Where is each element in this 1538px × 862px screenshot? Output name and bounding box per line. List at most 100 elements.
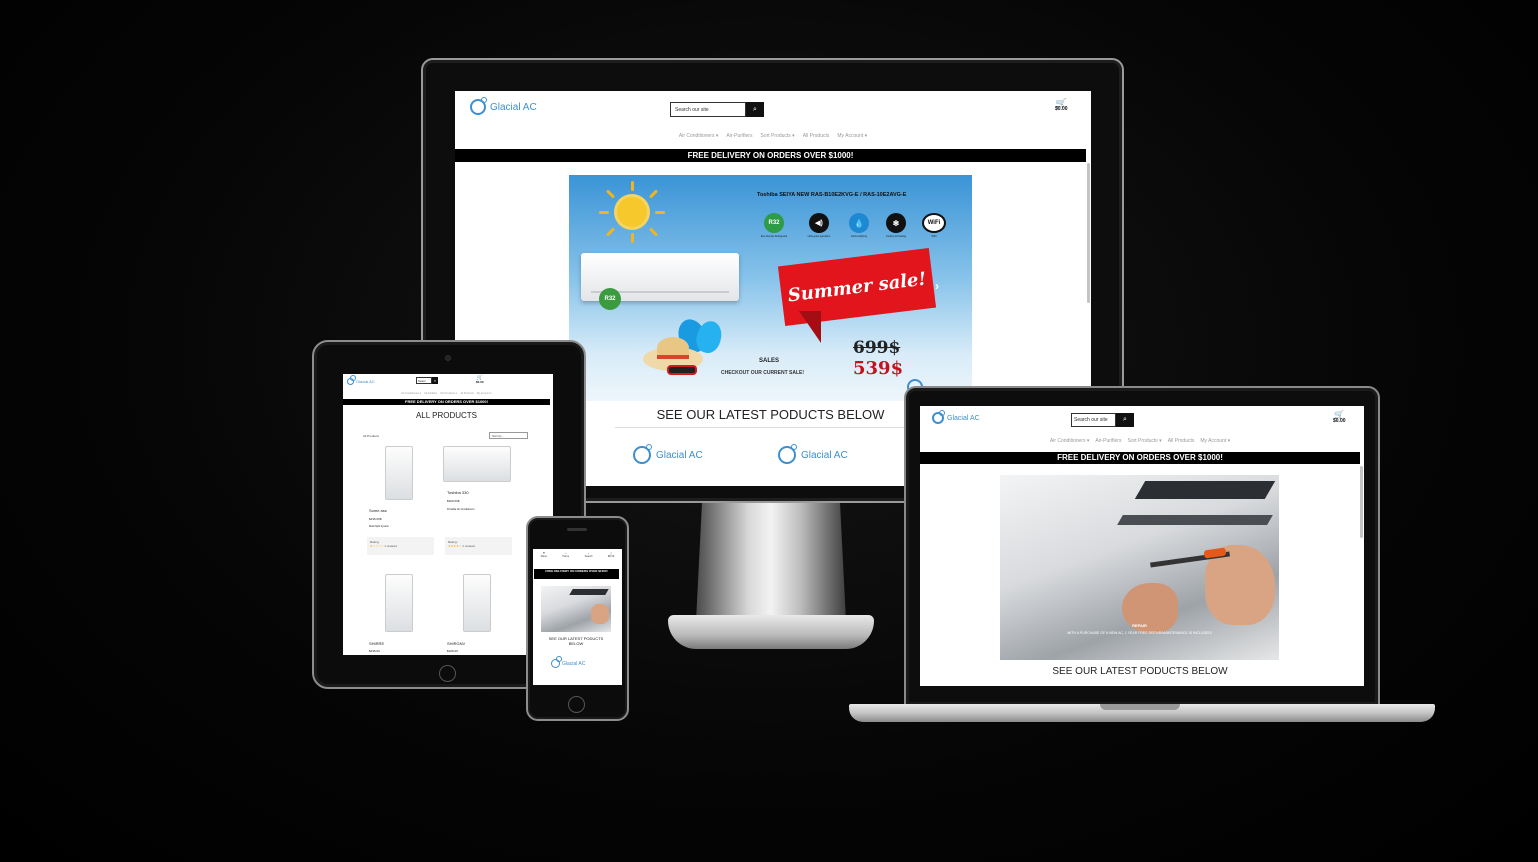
- product-card-logo[interactable]: Glacial AC: [778, 444, 848, 464]
- site-logo[interactable]: Glacial AC: [347, 375, 375, 385]
- product-price: $236.00$: [369, 517, 382, 521]
- feature-wifi: WiFi WiFi: [914, 213, 954, 238]
- ac-louver: [569, 589, 609, 595]
- product-name[interactable]: SHIRGNV: [447, 641, 465, 646]
- home-icon[interactable]: ⌂ Home: [562, 552, 569, 558]
- repair-hero-image[interactable]: REPAIR WITH A PURCHASE OF A NEW AC, 1 YE…: [1000, 475, 1279, 660]
- latest-products-heading: SEE OUR LATEST PODUCTS BELOW: [1052, 666, 1228, 677]
- search-button[interactable]: ⌕: [432, 377, 438, 384]
- product-name[interactable]: Toshiba 330: [447, 490, 469, 495]
- hero-product-title: Toshiba SEIYA NEW RAS-B10E2KVG-E / RAS-1…: [757, 192, 907, 198]
- nav-my-account[interactable]: My Account ▾: [1200, 438, 1230, 444]
- page-scrollbar[interactable]: [1360, 466, 1363, 538]
- nav-sort-products[interactable]: Sort Products ▾: [760, 133, 794, 139]
- sun-ray: [631, 181, 634, 191]
- product-image-portable-ac[interactable]: [385, 446, 413, 500]
- product-card-logo[interactable]: Glacial AC: [633, 444, 703, 464]
- leaf-r32-icon: R32: [764, 213, 784, 233]
- tablet-screen: Glacial AC Searc ⌕ 🛒 $0.00 Air Condition…: [343, 374, 553, 655]
- search-form: Searc ⌕: [416, 377, 438, 384]
- hero-caption-title: REPAIR: [1132, 623, 1147, 628]
- snowflake-logo-icon: [633, 444, 652, 464]
- feature-dehumidify: 💧 Dehumidifying: [839, 213, 879, 238]
- sun-ray: [648, 189, 659, 199]
- sales-title: SALES: [759, 358, 780, 364]
- carousel-next-arrow[interactable]: ›: [935, 279, 939, 293]
- product-image-portable-ac[interactable]: [463, 574, 491, 632]
- main-nav: Air Conditioners ▾ Air-Purifiers Sort Pr…: [455, 133, 1091, 139]
- technician-hand: [591, 604, 609, 624]
- hero-carousel[interactable]: Toshiba SEIYA NEW RAS-B10E2KVG-E / RAS-1…: [569, 175, 972, 401]
- search-input[interactable]: Search our site: [1071, 413, 1116, 427]
- tablet-camera: [445, 355, 451, 361]
- old-price: 699$: [853, 338, 901, 358]
- nav-air-purifiers[interactable]: Air-Purifiers: [726, 133, 752, 139]
- device-mockup-stage: Glacial AC Search our site ⌕ 🛒 $0.00 Air…: [0, 0, 1538, 862]
- menu-icon[interactable]: ☰ Menu: [541, 552, 547, 558]
- filter-label: All Products: [363, 434, 380, 438]
- cart-icon[interactable]: 🛒 $0.00: [608, 552, 614, 558]
- product-category[interactable]: Multi-Split System: [369, 525, 389, 528]
- main-nav: Air Conditioners ▾ Air-Purifiers Sort Pr…: [920, 438, 1360, 444]
- phone-speaker: [567, 528, 587, 531]
- heading-divider: [615, 427, 935, 428]
- phone-screen: ☰ Menu ⌂ Home ⌕ Search 🛒 $0.00 FREE DELIVERY…: [533, 549, 622, 685]
- nav-my-account[interactable]: My Account ▾: [837, 133, 867, 139]
- ac-louver: [1134, 481, 1276, 499]
- search-button[interactable]: ⌕: [746, 102, 764, 117]
- laptop-screen: Glacial AC Search our site ⌕ 🛒 $0.00 Air…: [920, 406, 1364, 686]
- nav-all-products[interactable]: All Products: [803, 133, 830, 139]
- nav-my-account[interactable]: My Account ▾: [477, 392, 492, 395]
- sunglasses-image: [667, 365, 697, 375]
- nav-sort-products[interactable]: Sort Products ▾: [440, 392, 457, 395]
- product-image-portable-ac[interactable]: [385, 574, 413, 632]
- product-price: $235.00: [369, 649, 380, 653]
- search-form: Search our site ⌕: [1071, 413, 1134, 427]
- tablet-home-button[interactable]: [439, 665, 456, 682]
- snowflake-logo-icon: [347, 375, 356, 385]
- delivery-banner: FREE DELIVERY ON ORDERS OVER $1000!: [920, 452, 1360, 464]
- nav-air-conditioners[interactable]: Air Conditioners ▾: [1050, 438, 1089, 444]
- cart-link[interactable]: 🛒 $0.00: [476, 376, 484, 385]
- phone-home-button[interactable]: [568, 696, 585, 713]
- sun-ray: [599, 211, 609, 214]
- site-logo[interactable]: Glacial AC: [470, 97, 537, 115]
- delivery-banner: FREE DELIVERY ON ORDERS OVER $1000!: [534, 569, 619, 579]
- product-image-split-ac[interactable]: [443, 446, 511, 482]
- product-category[interactable]: Portable Air Conditioners: [447, 508, 475, 511]
- search-icon[interactable]: ⌕ Search: [585, 552, 593, 558]
- sun-ray: [631, 233, 634, 243]
- phone-nav: ☰ Menu ⌂ Home ⌕ Search 🛒 $0.00: [533, 552, 622, 558]
- feature-heat-cool: ❄ Cooling & Heating: [876, 213, 916, 238]
- snowflake-logo-icon: [470, 97, 487, 115]
- main-nav: Air Conditioners ▾ Air-Purifiers Sort Pr…: [343, 392, 550, 395]
- product-name[interactable]: SHIRRE: [369, 641, 384, 646]
- feature-r32: R32 Eco-friendly Refrigerant: [754, 213, 794, 238]
- snowflake-logo-icon: [551, 656, 562, 668]
- nav-air-conditioners[interactable]: Air Conditioners ▾: [401, 392, 421, 395]
- nav-air-conditioners[interactable]: Air Conditioners ▾: [679, 133, 718, 139]
- search-icon: ⌕: [1123, 416, 1127, 423]
- cart-link[interactable]: 🛒 $0.00: [1333, 411, 1346, 425]
- nav-air-purifiers[interactable]: Air-Purifiers: [424, 392, 437, 395]
- repair-hero-image[interactable]: [541, 586, 611, 632]
- product-card-logo[interactable]: Glacial AC: [551, 656, 585, 668]
- nav-air-purifiers[interactable]: Air-Purifiers: [1095, 438, 1121, 444]
- cart-link[interactable]: 🛒 $0.00: [1055, 99, 1068, 113]
- site-logo[interactable]: Glacial AC: [932, 410, 980, 424]
- search-input[interactable]: Searc: [416, 377, 432, 384]
- nav-all-products[interactable]: All Products: [1168, 438, 1195, 444]
- product-name[interactable]: Some ass: [369, 508, 387, 513]
- hero-caption-text: WITH A PURCHASE OF A NEW AC, 1 YEAR FREE…: [1067, 631, 1212, 635]
- search-button[interactable]: ⌕: [1116, 413, 1134, 427]
- nav-sort-products[interactable]: Sort Products ▾: [1127, 438, 1161, 444]
- page-scrollbar[interactable]: [1087, 163, 1090, 303]
- feature-silent: ◀) Ultra-quiet operation: [799, 213, 839, 238]
- water-drop-icon: 💧: [849, 213, 869, 233]
- nav-all-products[interactable]: All Products: [460, 392, 473, 395]
- snowflake-logo-icon: [778, 444, 797, 464]
- sort-select[interactable]: Sort by...: [489, 432, 528, 439]
- sun-icon: [617, 197, 647, 227]
- search-input[interactable]: Search our site: [670, 102, 746, 117]
- monitor-stand-base: [668, 615, 874, 649]
